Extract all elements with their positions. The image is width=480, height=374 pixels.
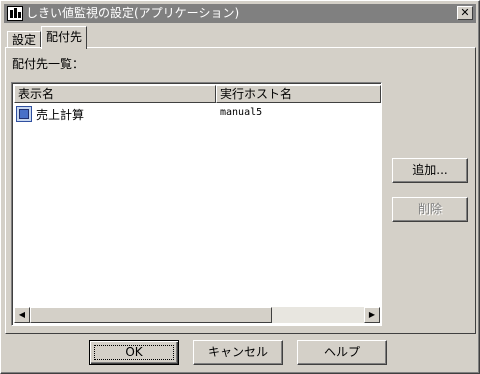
add-button-label: 追加... <box>412 163 448 177</box>
dialog-window: しきい値監視の設定(アプリケーション) ✕ 設定 配付先 配付先一覧： 表示名 … <box>0 0 480 374</box>
list-item-name: 売上計算 <box>36 108 85 122</box>
help-button-label: ヘルプ <box>323 345 360 359</box>
list-item-host: manual5 <box>220 107 263 118</box>
distribution-list[interactable]: 表示名 実行ホスト名 売上計算 manual5 ◀ ▶ <box>11 82 382 326</box>
tab-settings[interactable]: 設定 <box>7 31 42 48</box>
window-title: しきい値監視の設定(アプリケーション) <box>26 6 240 20</box>
scroll-thumb[interactable] <box>30 307 272 323</box>
scroll-right-button[interactable]: ▶ <box>364 307 380 323</box>
column-header-display-name-label: 表示名 <box>18 87 55 101</box>
column-header-display-name[interactable]: 表示名 <box>14 85 216 103</box>
tab-distribution[interactable]: 配付先 <box>41 26 88 49</box>
column-header-host-name[interactable]: 実行ホスト名 <box>216 85 381 103</box>
close-icon: ✕ <box>460 6 470 19</box>
help-button[interactable]: ヘルプ <box>297 340 387 365</box>
tab-settings-label: 設定 <box>12 33 37 47</box>
app-icon <box>7 6 23 21</box>
horizontal-scrollbar[interactable]: ◀ ▶ <box>14 307 380 323</box>
arrow-left-icon: ◀ <box>18 310 26 319</box>
add-button[interactable]: 追加... <box>392 158 468 183</box>
distribution-list-label: 配付先一覧： <box>12 57 85 71</box>
ok-button[interactable]: OK <box>89 340 179 365</box>
tab-distribution-label: 配付先 <box>46 30 83 44</box>
scroll-left-button[interactable]: ◀ <box>14 307 30 323</box>
close-button[interactable]: ✕ <box>457 6 473 20</box>
focus-rect <box>94 345 174 360</box>
arrow-right-icon: ▶ <box>368 310 376 319</box>
delete-button-label: 削除 <box>417 202 442 216</box>
application-icon <box>16 106 32 122</box>
cancel-button[interactable]: キャンセル <box>193 340 283 365</box>
list-item[interactable]: 売上計算 manual5 <box>14 105 380 123</box>
column-header-host-name-label: 実行ホスト名 <box>220 87 293 101</box>
delete-button[interactable]: 削除 <box>392 197 468 222</box>
cancel-button-label: キャンセル <box>207 345 268 359</box>
title-bar[interactable]: しきい値監視の設定(アプリケーション) ✕ <box>4 4 476 23</box>
